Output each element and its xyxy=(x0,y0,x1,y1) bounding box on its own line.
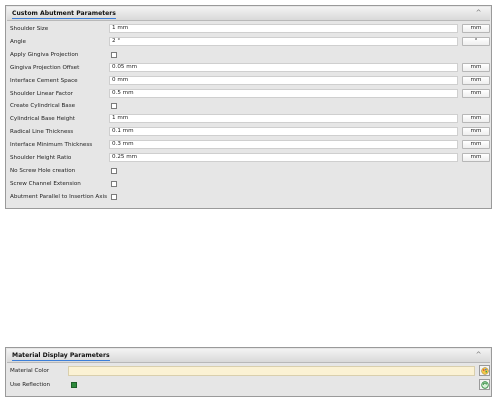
parameter-checkbox[interactable] xyxy=(111,51,117,58)
parameter-label: Cylindrical Base Height xyxy=(10,116,76,123)
parameter-row: Apply Gingiva Projection xyxy=(7,49,490,61)
material-display-panel: Material Display Parameters ^ Material C… xyxy=(5,347,492,397)
parameter-value-input[interactable]: 0.05 mm xyxy=(109,62,458,72)
parameter-label: Shoulder Linear Factor xyxy=(10,90,73,97)
palette-icon xyxy=(481,367,489,375)
refresh-icon xyxy=(481,381,489,389)
parameter-value-input[interactable]: 0.1 mm xyxy=(109,127,458,137)
parameter-label: Apply Gingiva Projection xyxy=(10,51,79,58)
parameter-label: No Screw Hole creation xyxy=(10,167,76,174)
parameter-row: Shoulder Size 1 mm mm xyxy=(7,23,490,35)
use-reflection-checkbox[interactable] xyxy=(71,382,77,388)
parameter-value-input[interactable]: 1 mm xyxy=(109,114,458,124)
parameter-label: Angle xyxy=(10,38,26,45)
parameter-label: Shoulder Height Ratio xyxy=(10,155,72,161)
collapse-chevron-icon[interactable]: ^ xyxy=(474,351,483,360)
parameter-label: Screw Channel Extension xyxy=(10,180,81,187)
parameter-row: Gingiva Projection Offset 0.05 mm mm xyxy=(7,62,490,74)
unit-button[interactable]: mm xyxy=(462,62,490,72)
parameter-checkbox[interactable] xyxy=(111,103,117,110)
parameter-label: Interface Minimum Thickness xyxy=(10,142,93,149)
abutment-parameters-panel: Custom Abutment Parameters ^ Shoulder Si… xyxy=(5,5,492,209)
abutment-panel-title: Custom Abutment Parameters xyxy=(12,10,116,19)
use-reflection-row: Use Reflection xyxy=(7,379,490,391)
unit-button[interactable]: mm xyxy=(462,153,490,162)
material-panel-title: Material Display Parameters xyxy=(12,352,110,361)
parameter-row: Shoulder Linear Factor 0.5 mm mm xyxy=(7,88,490,100)
parameter-row: Abutment Parallel to Insertion Axis xyxy=(7,191,490,203)
parameter-value-input[interactable]: 1 mm xyxy=(109,24,458,33)
color-picker-button[interactable] xyxy=(479,365,490,376)
use-reflection-label: Use Reflection xyxy=(10,382,51,388)
parameter-row: Interface Minimum Thickness 0.3 mm mm xyxy=(7,139,490,151)
parameter-row: Shoulder Height Ratio 0.25 mm mm xyxy=(7,152,490,164)
reflection-button[interactable] xyxy=(479,379,490,390)
parameter-checkbox[interactable] xyxy=(111,180,117,187)
parameter-value-input[interactable]: 2 ° xyxy=(109,36,458,46)
parameter-value-input[interactable]: 0.25 mm xyxy=(109,153,458,162)
parameter-row: No Screw Hole creation xyxy=(7,165,490,177)
parameter-label: Interface Cement Space xyxy=(10,77,78,84)
collapse-chevron-icon[interactable]: ^ xyxy=(474,9,483,18)
parameter-row: Angle 2 ° ° xyxy=(7,36,490,48)
unit-button[interactable]: mm xyxy=(462,24,490,33)
unit-button[interactable]: mm xyxy=(462,114,490,124)
parameter-value-input[interactable]: 0.5 mm xyxy=(109,88,458,98)
parameter-row: Cylindrical Base Height 1 mm mm xyxy=(7,113,490,125)
parameter-label: Abutment Parallel to Insertion Axis xyxy=(10,193,108,200)
parameter-row: Screw Channel Extension xyxy=(7,178,490,190)
abutment-panel-header[interactable]: Custom Abutment Parameters ^ xyxy=(7,7,490,21)
material-color-row: Material Color xyxy=(7,365,490,377)
parameter-value-input[interactable]: 0 mm xyxy=(109,75,458,85)
unit-button[interactable]: mm xyxy=(462,140,490,150)
material-panel-header[interactable]: Material Display Parameters ^ xyxy=(7,349,490,363)
material-color-swatch[interactable] xyxy=(68,366,475,376)
parameter-label: Radical Line Thickness xyxy=(10,129,74,136)
parameter-label: Create Cylindrical Base xyxy=(10,103,76,110)
parameter-value-input[interactable]: 0.3 mm xyxy=(109,140,458,150)
parameter-label: Gingiva Projection Offset xyxy=(10,64,80,71)
unit-button[interactable]: mm xyxy=(462,127,490,137)
parameter-label: Shoulder Size xyxy=(10,26,49,32)
parameter-row: Radical Line Thickness 0.1 mm mm xyxy=(7,126,490,138)
unit-button[interactable]: ° xyxy=(462,36,490,46)
parameter-checkbox[interactable] xyxy=(111,193,117,200)
parameter-checkbox[interactable] xyxy=(111,167,117,174)
parameter-row: Create Cylindrical Base xyxy=(7,100,490,112)
unit-button[interactable]: mm xyxy=(462,88,490,98)
material-color-label: Material Color xyxy=(10,368,50,374)
unit-button[interactable]: mm xyxy=(462,75,490,85)
parameter-row: Interface Cement Space 0 mm mm xyxy=(7,75,490,87)
